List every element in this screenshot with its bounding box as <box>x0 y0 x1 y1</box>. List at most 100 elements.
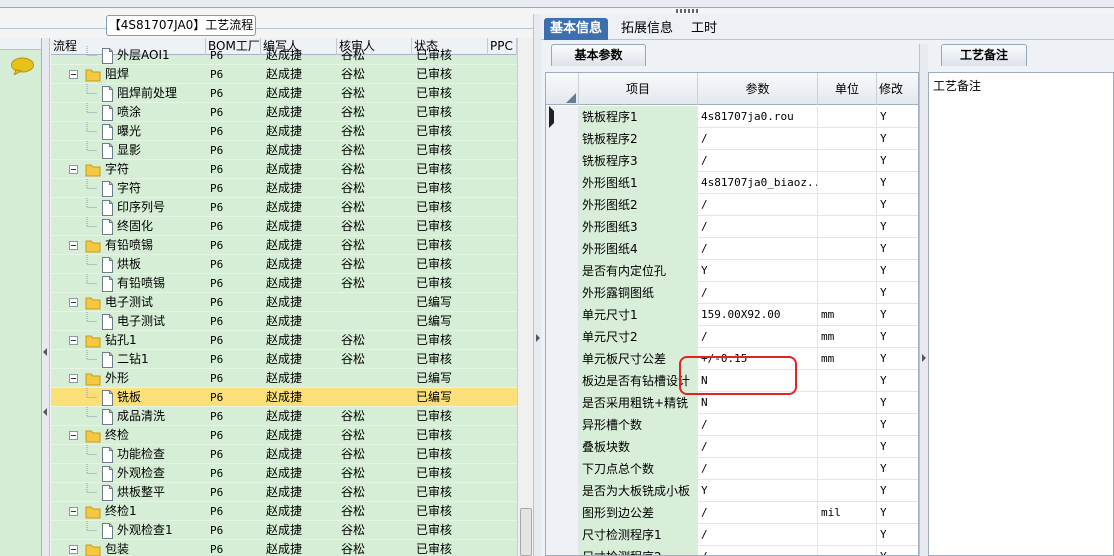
param-row[interactable]: 铣板程序3/ Y <box>546 150 918 172</box>
param-modify-cell[interactable]: Y <box>877 150 918 172</box>
row-indicator[interactable] <box>546 260 579 282</box>
param-unit-cell[interactable] <box>818 392 877 414</box>
row-indicator[interactable] <box>546 502 579 524</box>
param-row[interactable]: 外形露铜图纸 / Y <box>546 282 918 304</box>
param-value-cell[interactable]: / <box>698 194 818 216</box>
tree-row[interactable]: 印序列号 P6 赵成捷 谷松 已审核 <box>51 198 517 217</box>
tree-row[interactable]: 铣板 P6 赵成捷 已编写 <box>51 388 517 407</box>
param-unit-cell[interactable] <box>818 172 877 194</box>
tree-node-label[interactable]: 烘板 <box>117 255 141 274</box>
param-row[interactable]: 外形图纸2/ Y <box>546 194 918 216</box>
param-row[interactable]: 是否采用粗铣+精铣 N Y <box>546 392 918 414</box>
param-value-cell[interactable]: / <box>698 458 818 480</box>
collapse-toggle-icon[interactable] <box>69 160 78 179</box>
row-indicator[interactable] <box>546 546 579 555</box>
param-unit-cell[interactable] <box>818 150 877 172</box>
tree-node-label[interactable]: 烘板整平 <box>117 483 165 502</box>
param-value-cell[interactable]: 159.00X92.00 <box>698 304 818 326</box>
param-value-cell[interactable]: / <box>698 128 818 150</box>
row-indicator[interactable] <box>546 348 579 370</box>
param-value-cell[interactable]: / <box>698 414 818 436</box>
collapse-toggle-icon[interactable] <box>69 331 78 350</box>
tree-row[interactable]: 终检1 P6 赵成捷 谷松 已审核 <box>51 502 517 521</box>
param-unit-cell[interactable] <box>818 524 877 546</box>
collapse-toggle-icon[interactable] <box>69 236 78 255</box>
row-indicator[interactable] <box>546 480 579 502</box>
param-unit-cell[interactable] <box>818 260 877 282</box>
param-unit-cell[interactable] <box>818 238 877 260</box>
param-modify-cell[interactable]: Y <box>877 216 918 238</box>
center-splitter[interactable] <box>533 14 541 556</box>
tree-row[interactable]: 烘板 P6 赵成捷 谷松 已审核 <box>51 255 517 274</box>
row-indicator[interactable] <box>546 414 579 436</box>
tree-node-label[interactable]: 字符 <box>117 179 141 198</box>
collapse-toggle-icon[interactable] <box>69 426 78 445</box>
param-value-cell[interactable]: / <box>698 546 818 555</box>
row-indicator[interactable] <box>546 524 579 546</box>
tree-row[interactable]: 阻焊前处理 P6 赵成捷 谷松 已审核 <box>51 84 517 103</box>
param-modify-cell[interactable]: Y <box>877 370 918 392</box>
tree-row[interactable]: 外形 P6 赵成捷 已编写 <box>51 369 517 388</box>
tree-node-label[interactable]: 终检 <box>105 426 129 445</box>
tree-row[interactable]: 电子测试 P6 赵成捷 已编写 <box>51 293 517 312</box>
param-value-cell[interactable]: / <box>698 502 818 524</box>
param-modify-cell[interactable]: Y <box>877 436 918 458</box>
row-indicator[interactable] <box>546 458 579 480</box>
tree-node-label[interactable]: 曝光 <box>117 122 141 141</box>
param-unit-cell[interactable] <box>818 480 877 502</box>
tree-node-label[interactable]: 包装 <box>105 540 129 556</box>
param-modify-cell[interactable]: Y <box>877 238 918 260</box>
row-indicator[interactable] <box>546 436 579 458</box>
param-unit-cell[interactable] <box>818 216 877 238</box>
tab-extended-info[interactable]: 拓展信息 <box>615 18 679 40</box>
param-row[interactable]: 下刀点总个数 / Y <box>546 458 918 480</box>
tree-row[interactable]: 显影 P6 赵成捷 谷松 已审核 <box>51 141 517 160</box>
param-modify-cell[interactable]: Y <box>877 304 918 326</box>
param-value-cell[interactable]: / <box>698 238 818 260</box>
tree-node-label[interactable]: 有铅喷锡 <box>117 274 165 293</box>
collapse-right-icon[interactable] <box>922 354 926 362</box>
tree-row[interactable]: 烘板整平 P6 赵成捷 谷松 已审核 <box>51 483 517 502</box>
row-indicator[interactable] <box>546 326 579 348</box>
right-splitter[interactable] <box>919 44 928 556</box>
param-row[interactable]: 尺寸检测程序2/ Y <box>546 546 918 555</box>
tree-row[interactable]: 包装 P6 赵成捷 谷松 已审核 <box>51 540 517 556</box>
param-value-cell[interactable]: 4s81707ja0.rou <box>698 106 818 128</box>
param-unit-cell[interactable]: mil <box>818 502 877 524</box>
tree-row[interactable]: 功能检查 P6 赵成捷 谷松 已审核 <box>51 445 517 464</box>
row-indicator[interactable] <box>546 282 579 304</box>
param-value-cell[interactable]: / <box>698 150 818 172</box>
col-header-modify[interactable]: 修改 <box>877 73 918 105</box>
param-modify-cell[interactable]: Y <box>877 348 918 370</box>
param-modify-cell[interactable]: Y <box>877 458 918 480</box>
param-modify-cell[interactable]: Y <box>877 172 918 194</box>
left-splitter[interactable] <box>42 38 50 556</box>
row-indicator[interactable] <box>546 194 579 216</box>
tree-node-label[interactable]: 有铅喷锡 <box>105 236 153 255</box>
tree-node-label[interactable]: 外形 <box>105 369 129 388</box>
tree-node-label[interactable]: 钻孔1 <box>105 331 137 350</box>
param-value-cell[interactable]: / <box>698 326 818 348</box>
tree-row[interactable]: 字符 P6 赵成捷 谷松 已审核 <box>51 160 517 179</box>
param-row[interactable]: 外形图纸1 4s81707ja0_biaoz... Y <box>546 172 918 194</box>
param-unit-cell[interactable] <box>818 194 877 216</box>
tree-node-label[interactable]: 电子测试 <box>117 312 165 331</box>
tree-node-label[interactable]: 印序列号 <box>117 198 165 217</box>
row-indicator[interactable] <box>546 370 579 392</box>
tree-row[interactable]: 电子测试 P6 赵成捷 已编写 <box>51 312 517 331</box>
tree-node-label[interactable]: 外观检查1 <box>117 521 173 540</box>
param-modify-cell[interactable]: Y <box>877 502 918 524</box>
param-row[interactable]: 外形图纸4/ Y <box>546 238 918 260</box>
param-unit-cell[interactable] <box>818 128 877 150</box>
param-value-cell[interactable]: N <box>698 392 818 414</box>
param-modify-cell[interactable]: Y <box>877 128 918 150</box>
tree-row[interactable]: 有铅喷锡 P6 赵成捷 谷松 已审核 <box>51 274 517 293</box>
tree-row[interactable]: 字符 P6 赵成捷 谷松 已审核 <box>51 179 517 198</box>
scrollbar-thumb[interactable] <box>520 508 532 556</box>
param-value-cell[interactable]: Y <box>698 260 818 282</box>
tree-node-label[interactable]: 外层AOI1 <box>117 46 170 65</box>
param-unit-cell[interactable] <box>818 370 877 392</box>
row-indicator[interactable] <box>546 216 579 238</box>
tree-row[interactable]: 成品清洗 P6 赵成捷 谷松 已审核 <box>51 407 517 426</box>
tree-row[interactable]: 有铅喷锡 P6 赵成捷 谷松 已审核 <box>51 236 517 255</box>
